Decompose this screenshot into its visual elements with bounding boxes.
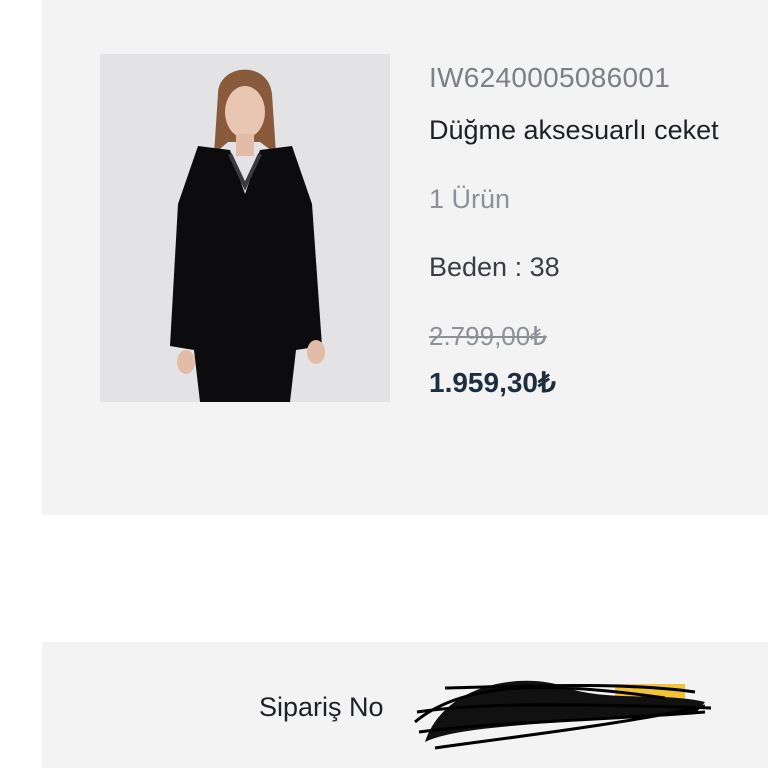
product-size: Beden : 38 xyxy=(429,252,560,282)
order-number-label: Sipariş No xyxy=(259,692,384,722)
product-old-price: 2.799,00₺ xyxy=(429,321,547,351)
product-quantity: 1 Ürün xyxy=(429,184,511,214)
product-name[interactable]: Düğme aksesuarlı ceket xyxy=(429,115,719,146)
product-price: 1.959,30₺ xyxy=(429,367,556,398)
product-sku: IW6240005086001 xyxy=(429,62,671,93)
product-photo-illustration xyxy=(100,54,390,402)
redaction-scribble xyxy=(405,662,725,762)
product-image[interactable] xyxy=(100,54,390,402)
order-detail-page: IW6240005086001 Düğme aksesuarlı ceket 1… xyxy=(0,0,768,768)
redaction-scribble-icon xyxy=(414,680,712,750)
